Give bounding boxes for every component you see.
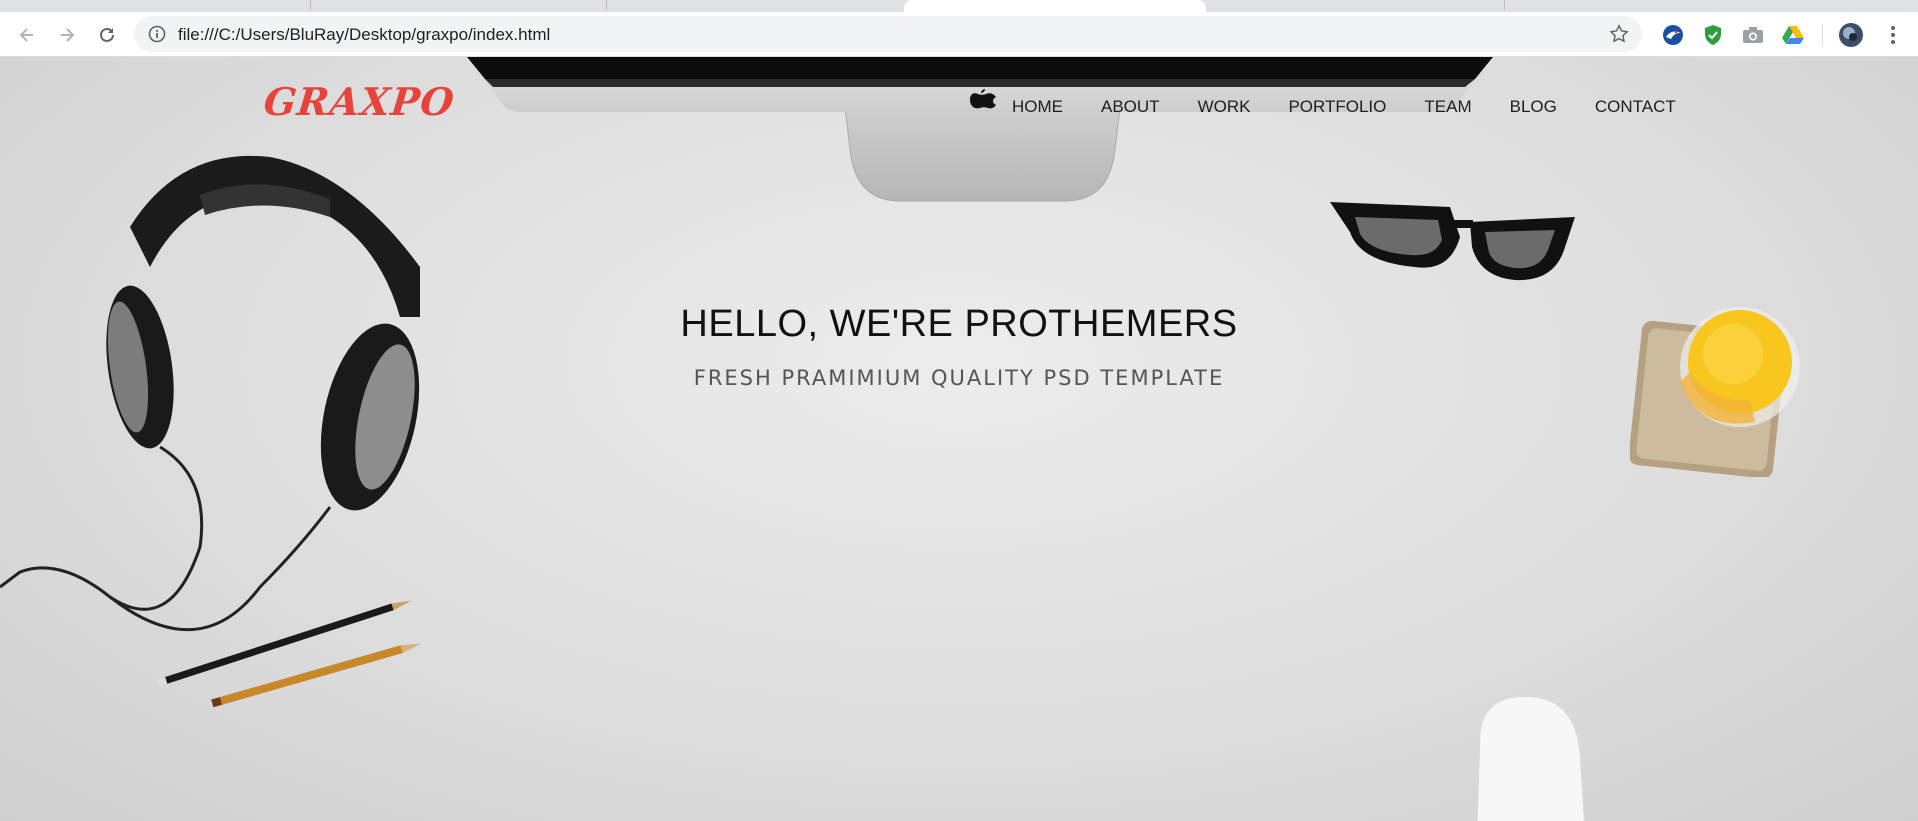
tab-divider — [606, 0, 607, 10]
apple-logo-icon — [970, 89, 996, 109]
pencils-image — [157, 600, 421, 707]
mouse-image — [1476, 695, 1585, 821]
browser-toolbar: file:///C:/Users/BluRay/Desktop/graxpo/i… — [0, 12, 1918, 57]
nav-contact-link[interactable]: CONTACT — [1595, 97, 1676, 117]
back-button[interactable] — [14, 22, 40, 48]
hero-section: GRAXPO HOME ABOUT WORK PORTFOLIO TEAM BL… — [0, 57, 1918, 821]
shield-extension-icon[interactable] — [1700, 22, 1726, 48]
nav-team-link[interactable]: TEAM — [1424, 97, 1471, 117]
drive-extension-icon[interactable] — [1780, 22, 1806, 48]
url-text[interactable]: file:///C:/Users/BluRay/Desktop/graxpo/i… — [178, 25, 550, 45]
kebab-menu-icon[interactable] — [1880, 22, 1906, 48]
info-icon[interactable] — [148, 25, 166, 43]
active-tab[interactable] — [904, 0, 1206, 12]
profile-avatar[interactable] — [1838, 22, 1864, 48]
tab-divider — [310, 0, 311, 10]
toolbar-divider — [1822, 24, 1823, 46]
nav-home-link[interactable]: HOME — [1012, 97, 1063, 117]
reload-icon — [100, 27, 114, 42]
hero-title: HELLO, WE'RE PROTHEMERS — [680, 303, 1238, 345]
tab-divider — [1504, 0, 1505, 10]
glasses-image — [1330, 202, 1575, 281]
tab-strip — [0, 0, 1918, 12]
main-navigation: HOME ABOUT WORK PORTFOLIO TEAM BLOG CONT… — [1000, 97, 1676, 117]
hero-subtitle: FRESH PRAMIMIUM QUALITY PSD TEMPLATE — [693, 366, 1225, 390]
nav-portfolio-link[interactable]: PORTFOLIO — [1288, 97, 1386, 117]
nav-about-link[interactable]: ABOUT — [1101, 97, 1160, 117]
star-icon[interactable] — [1608, 23, 1630, 45]
reload-button[interactable] — [94, 22, 120, 48]
address-bar[interactable]: file:///C:/Users/BluRay/Desktop/graxpo/i… — [134, 16, 1642, 52]
nav-blog-link[interactable]: BLOG — [1510, 97, 1557, 117]
arrow-right-icon — [61, 28, 75, 42]
camera-extension-icon[interactable] — [1740, 22, 1766, 48]
nav-work-link[interactable]: WORK — [1198, 97, 1251, 117]
arrow-left-icon — [19, 28, 33, 42]
forward-button[interactable] — [54, 22, 80, 48]
bird-extension-icon[interactable] — [1660, 22, 1686, 48]
